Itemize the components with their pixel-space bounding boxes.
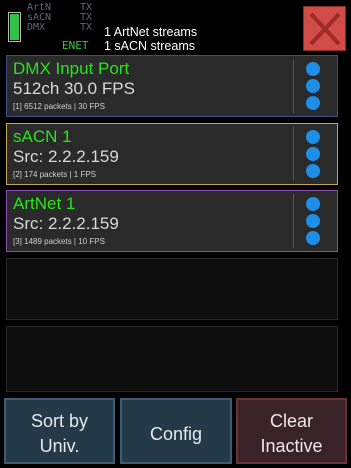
menu-dot-icon — [306, 130, 320, 144]
button-label-line-1: Sort by — [30, 411, 89, 431]
battery-icon — [8, 12, 21, 42]
menu-dot-icon — [306, 147, 320, 161]
menu-dot-icon — [306, 231, 320, 245]
button-label-line-2: Univ. — [39, 436, 80, 456]
port-detail: Src: 2.2.2.159 — [13, 147, 119, 166]
port-row-sacn-1[interactable]: sACN 1 Src: 2.2.2.159 [2] 174 packets | … — [6, 123, 338, 185]
close-button[interactable] — [303, 6, 346, 51]
port-row-dmx-input[interactable]: DMX Input Port 512ch 30.0 FPS [1] 6512 p… — [6, 55, 338, 117]
port-menu-button[interactable] — [293, 127, 331, 181]
protocol-label-dmx: DMX — [27, 22, 46, 33]
artnet-stream-count: 1 ArtNet streams — [104, 25, 198, 39]
port-detail: Src: 2.2.2.159 — [13, 214, 119, 233]
stream-summary: 1 ArtNet streams 1 sACN streams — [104, 25, 197, 53]
menu-dot-icon — [306, 96, 320, 110]
config-button[interactable]: Config — [120, 398, 232, 464]
menu-dot-icon — [306, 197, 320, 211]
button-label: Config — [149, 424, 203, 444]
port-stats: [1] 6512 packets | 30 FPS — [13, 102, 105, 111]
empty-port-slot — [6, 326, 338, 392]
menu-dot-icon — [306, 62, 320, 76]
menu-dot-icon — [306, 214, 320, 228]
status-header: ArtN TX sACN TX DMX TX ENET 1 ArtNet str… — [0, 0, 351, 56]
port-title: ArtNet 1 — [13, 194, 76, 213]
port-menu-button[interactable] — [293, 59, 331, 113]
port-menu-button[interactable] — [293, 194, 331, 248]
port-title: sACN 1 — [13, 127, 72, 146]
port-title: DMX Input Port — [13, 59, 130, 78]
close-x-icon — [309, 12, 341, 46]
menu-dot-icon — [306, 79, 320, 93]
port-stats: [2] 174 packets | 1 FPS — [13, 170, 97, 179]
protocol-tx-dmx: TX — [80, 22, 93, 33]
button-label-line-1: Clear — [269, 411, 313, 431]
sacn-stream-count: 1 sACN streams — [104, 39, 195, 53]
menu-dot-icon — [306, 164, 320, 178]
port-stats: [3] 1489 packets | 10 FPS — [13, 237, 105, 246]
port-detail: 512ch 30.0 FPS — [13, 79, 135, 98]
network-enet-label: ENET — [62, 39, 89, 52]
empty-port-slot — [6, 258, 338, 320]
sort-by-universe-button[interactable]: Sort by Univ. — [4, 398, 115, 464]
port-row-artnet-1[interactable]: ArtNet 1 Src: 2.2.2.159 [3] 1489 packets… — [6, 190, 338, 252]
clear-inactive-button[interactable]: Clear Inactive — [236, 398, 347, 464]
button-label-line-2: Inactive — [260, 436, 323, 456]
